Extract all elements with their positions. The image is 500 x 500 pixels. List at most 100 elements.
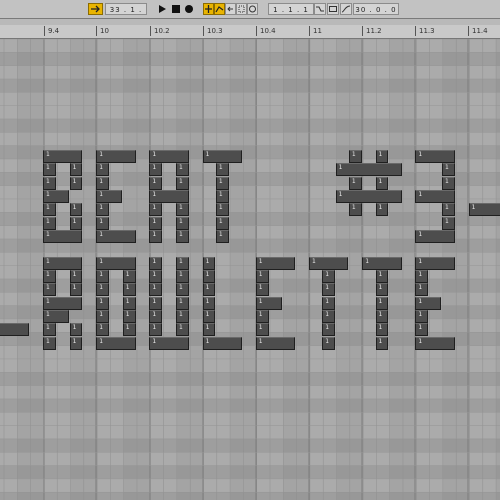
midi-note-editor[interactable]: 1 1 1 1 1 1 1 1 1 1 1 1 1 1 1 1 1 1 1 1 1 1 1 1 1 1 1 1 1 1 1 1 1 1 1 1 1 1 1 1… bbox=[0, 39, 500, 500]
midi-note[interactable]: 1 bbox=[415, 256, 455, 270]
midi-note[interactable]: 1 bbox=[176, 163, 189, 177]
play-button[interactable] bbox=[156, 3, 168, 15]
midi-note[interactable]: 1 bbox=[202, 256, 216, 270]
midi-note[interactable]: 1 bbox=[43, 256, 83, 270]
midi-note[interactable]: 1 bbox=[322, 269, 336, 283]
midi-note[interactable]: 1 bbox=[322, 336, 336, 350]
midi-note[interactable]: 1 bbox=[43, 189, 70, 203]
midi-note[interactable]: 1 bbox=[375, 150, 389, 163]
midi-note[interactable]: 1 bbox=[69, 336, 83, 350]
midi-note[interactable]: 1 bbox=[415, 323, 429, 337]
midi-note[interactable]: 1 bbox=[149, 229, 163, 243]
midi-note[interactable]: 1 bbox=[322, 283, 336, 297]
follow-button[interactable] bbox=[88, 3, 103, 15]
midi-note[interactable]: 1 bbox=[176, 309, 189, 323]
midi-note[interactable]: 1 bbox=[96, 336, 136, 350]
midi-note[interactable]: 1 bbox=[149, 256, 163, 270]
midi-note[interactable]: 1 bbox=[0, 323, 30, 337]
midi-note[interactable]: 1 bbox=[375, 296, 389, 310]
midi-note[interactable]: 1 bbox=[255, 323, 269, 337]
midi-note[interactable]: 1 bbox=[202, 323, 216, 337]
midi-note[interactable]: 1 bbox=[215, 203, 229, 217]
midi-note[interactable]: 1 bbox=[96, 229, 136, 243]
midi-note[interactable]: 1 bbox=[149, 283, 163, 297]
midi-note[interactable]: 1 bbox=[415, 229, 455, 243]
midi-note[interactable]: 1 bbox=[375, 269, 389, 283]
midi-note[interactable]: 1 bbox=[149, 309, 163, 323]
midi-note[interactable]: 1 bbox=[176, 256, 189, 270]
midi-note[interactable]: 1 bbox=[375, 203, 389, 217]
back-to-arrangement-button[interactable] bbox=[225, 3, 236, 15]
midi-note[interactable]: 1 bbox=[149, 150, 189, 163]
midi-note[interactable]: 1 bbox=[442, 216, 455, 230]
midi-note[interactable]: 1 bbox=[96, 216, 109, 230]
midi-note[interactable]: 1 bbox=[69, 163, 83, 177]
midi-note[interactable]: 1 bbox=[69, 323, 83, 337]
midi-note[interactable]: 1 bbox=[43, 163, 56, 177]
midi-note[interactable]: 1 bbox=[442, 176, 455, 190]
midi-note[interactable]: 1 bbox=[415, 189, 455, 203]
midi-note[interactable]: 1 bbox=[176, 176, 189, 190]
midi-note[interactable]: 1 bbox=[69, 283, 83, 297]
midi-note[interactable]: 1 bbox=[375, 323, 389, 337]
draw-mode-button[interactable] bbox=[340, 3, 352, 15]
midi-note[interactable]: 1 bbox=[176, 323, 189, 337]
midi-note[interactable]: 1 bbox=[442, 203, 455, 217]
midi-note[interactable]: 1 bbox=[43, 296, 83, 310]
midi-note[interactable]: 1 bbox=[176, 283, 189, 297]
midi-note[interactable]: 1 bbox=[69, 269, 83, 283]
midi-note[interactable]: 1 bbox=[149, 176, 163, 190]
loop-switch-button[interactable] bbox=[327, 3, 339, 15]
midi-note[interactable]: 1 bbox=[309, 256, 349, 270]
midi-note[interactable]: 1 bbox=[43, 229, 83, 243]
midi-note[interactable]: 1 bbox=[322, 296, 336, 310]
midi-note[interactable]: 1 bbox=[149, 269, 163, 283]
midi-note[interactable]: 1 bbox=[149, 203, 163, 217]
midi-note[interactable]: 1 bbox=[335, 163, 402, 177]
midi-note[interactable]: 1 bbox=[69, 216, 83, 230]
midi-note[interactable]: 1 bbox=[375, 283, 389, 297]
midi-note[interactable]: 1 bbox=[96, 176, 109, 190]
midi-note[interactable]: 1 bbox=[202, 269, 216, 283]
midi-note[interactable]: 1 bbox=[415, 150, 455, 163]
midi-note[interactable]: 1 bbox=[375, 176, 389, 190]
midi-note[interactable]: 1 bbox=[96, 269, 109, 283]
midi-note[interactable]: 1 bbox=[96, 296, 109, 310]
stop-button[interactable] bbox=[170, 3, 182, 15]
midi-note[interactable]: 1 bbox=[149, 296, 163, 310]
midi-note[interactable]: 1 bbox=[43, 203, 56, 217]
automation-arm-button[interactable] bbox=[214, 3, 225, 15]
midi-note[interactable]: 1 bbox=[149, 216, 163, 230]
midi-note[interactable]: 1 bbox=[415, 283, 429, 297]
midi-note[interactable]: 1 bbox=[43, 150, 83, 163]
song-position-field[interactable]: 33 . 1 . 2 bbox=[105, 3, 147, 26]
midi-note[interactable]: 1 bbox=[202, 336, 242, 350]
midi-note[interactable]: 1 bbox=[96, 163, 109, 177]
midi-note[interactable]: 1 bbox=[255, 256, 296, 270]
midi-note[interactable]: 1 bbox=[322, 309, 336, 323]
midi-note[interactable]: 1 bbox=[375, 336, 389, 350]
midi-note[interactable]: 1 bbox=[255, 309, 269, 323]
midi-note[interactable]: 1 bbox=[202, 150, 242, 163]
midi-note[interactable]: 1 bbox=[215, 229, 229, 243]
midi-note[interactable]: 1 bbox=[96, 189, 123, 203]
midi-note[interactable]: 1 bbox=[43, 323, 56, 337]
midi-note[interactable]: 1 bbox=[43, 269, 56, 283]
record-button[interactable] bbox=[183, 3, 195, 15]
midi-note[interactable]: 1 bbox=[122, 296, 136, 310]
midi-note[interactable]: 1 bbox=[96, 150, 136, 163]
midi-note[interactable]: 1 bbox=[43, 336, 56, 350]
midi-note[interactable]: 1 bbox=[255, 336, 296, 350]
midi-note[interactable]: 1 bbox=[442, 163, 455, 177]
midi-note[interactable]: 1 bbox=[69, 203, 83, 217]
metronome-button[interactable] bbox=[247, 3, 258, 15]
midi-note[interactable]: 1 bbox=[255, 296, 282, 310]
midi-note[interactable]: 1 bbox=[375, 309, 389, 323]
midi-note[interactable]: 1 bbox=[215, 176, 229, 190]
midi-note[interactable]: 1 bbox=[122, 323, 136, 337]
beat-time-ruler[interactable]: 9.4 10 10.2 10.3 10.4 11 11.2 11.3 11.4 bbox=[0, 25, 500, 39]
midi-note[interactable]: 1 bbox=[122, 269, 136, 283]
midi-note[interactable]: 1 bbox=[43, 216, 56, 230]
midi-note[interactable]: 1 bbox=[96, 203, 109, 217]
midi-note[interactable]: 1 bbox=[149, 336, 189, 350]
